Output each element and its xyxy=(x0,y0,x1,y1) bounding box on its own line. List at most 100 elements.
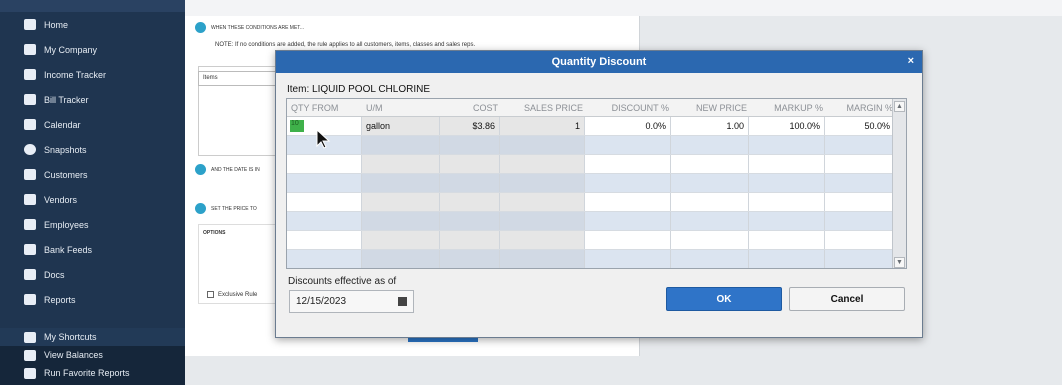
margin-cell[interactable]: 50.0% xyxy=(825,117,895,135)
grid-cell[interactable] xyxy=(500,136,585,154)
grid-cell[interactable] xyxy=(362,250,440,268)
scroll-up-icon[interactable]: ▲ xyxy=(894,101,905,112)
um-cell[interactable]: gallon xyxy=(362,117,440,135)
sidebar-item-bill-tracker[interactable]: Bill Tracker xyxy=(0,87,185,112)
sidebar-item-home[interactable]: Home xyxy=(0,12,185,37)
grid-cell[interactable] xyxy=(500,155,585,173)
grid-cell[interactable] xyxy=(500,250,585,268)
new-price-cell[interactable]: 1.00 xyxy=(671,117,749,135)
exclusive-rule[interactable]: Exclusive Rule xyxy=(207,291,257,298)
exclusive-rule-checkbox[interactable] xyxy=(207,291,214,298)
close-icon[interactable]: × xyxy=(908,55,914,67)
grid-cell[interactable] xyxy=(287,174,362,192)
sidebar-item-customers[interactable]: Customers xyxy=(0,162,185,187)
grid-cell[interactable] xyxy=(585,136,671,154)
sidebar-item-label: Reports xyxy=(44,294,76,305)
quantity-discount-dialog: Quantity Discount × Item: LIQUID POOL CH… xyxy=(275,50,923,338)
grid-cell[interactable] xyxy=(362,193,440,211)
sidebar-item-view-balances[interactable]: View Balances xyxy=(0,346,185,364)
grid-cell[interactable] xyxy=(671,250,749,268)
grid-cell[interactable] xyxy=(440,136,500,154)
sidebar-item-calendar[interactable]: Calendar xyxy=(0,112,185,137)
discount-cell[interactable]: 0.0% xyxy=(585,117,671,135)
sidebar-item-docs[interactable]: Docs xyxy=(0,262,185,287)
table-row[interactable] xyxy=(287,174,906,193)
grid-cell[interactable] xyxy=(749,174,825,192)
grid-cell[interactable] xyxy=(500,193,585,211)
grid-cell[interactable] xyxy=(585,193,671,211)
grid-cell[interactable] xyxy=(500,212,585,230)
grid-cell[interactable] xyxy=(671,193,749,211)
sidebar-item-my-company[interactable]: My Company xyxy=(0,37,185,62)
grid-cell[interactable] xyxy=(749,193,825,211)
grid-cell[interactable] xyxy=(825,231,895,249)
grid-cell[interactable] xyxy=(440,250,500,268)
grid-cell[interactable] xyxy=(825,212,895,230)
grid-cell[interactable] xyxy=(585,250,671,268)
grid-cell[interactable] xyxy=(287,231,362,249)
sidebar-item-income-tracker[interactable]: Income Tracker xyxy=(0,62,185,87)
grid-cell[interactable] xyxy=(500,231,585,249)
grid-cell[interactable] xyxy=(749,136,825,154)
sidebar-item-snapshots[interactable]: Snapshots xyxy=(0,137,185,162)
grid-cell[interactable] xyxy=(500,174,585,192)
cancel-button[interactable]: Cancel xyxy=(789,287,905,311)
grid-cell[interactable] xyxy=(749,212,825,230)
table-row[interactable] xyxy=(287,231,906,250)
qty-from-value[interactable]: 10 xyxy=(290,120,304,132)
grid-cell[interactable] xyxy=(585,155,671,173)
grid-cell[interactable] xyxy=(671,136,749,154)
grid-cell[interactable] xyxy=(825,174,895,192)
grid-cell[interactable] xyxy=(585,231,671,249)
grid-cell[interactable] xyxy=(825,136,895,154)
grid-cell[interactable] xyxy=(440,231,500,249)
grid-cell[interactable] xyxy=(671,212,749,230)
grid-cell[interactable] xyxy=(825,250,895,268)
col-new-price: NEW PRICE xyxy=(695,103,747,113)
grid-cell[interactable] xyxy=(287,193,362,211)
grid-scrollbar[interactable]: ▲ ▼ xyxy=(892,99,906,268)
grid-cell[interactable] xyxy=(749,155,825,173)
grid-cell[interactable] xyxy=(671,155,749,173)
grid-cell[interactable] xyxy=(749,250,825,268)
ok-button[interactable]: OK xyxy=(666,287,782,311)
grid-cell[interactable] xyxy=(287,155,362,173)
grid-cell[interactable] xyxy=(585,212,671,230)
sidebar-list: Home My Company Income Tracker Bill Tracker… xyxy=(0,12,185,312)
table-row[interactable] xyxy=(287,212,906,231)
sidebar-item-employees[interactable]: Employees xyxy=(0,212,185,237)
table-row[interactable] xyxy=(287,250,906,268)
sidebar-item-my-shortcuts[interactable]: My Shortcuts xyxy=(0,328,185,346)
sidebar-item-vendors[interactable]: Vendors xyxy=(0,187,185,212)
effective-date-field[interactable]: 12/15/2023 xyxy=(289,290,414,313)
grid-cell[interactable] xyxy=(362,212,440,230)
grid-cell[interactable] xyxy=(362,174,440,192)
table-row[interactable]: 10 gallon $3.86 1 0.0% 1.00 100.0% 50.0% xyxy=(287,117,906,136)
grid-cell[interactable] xyxy=(749,231,825,249)
sidebar-item-reports[interactable]: Reports xyxy=(0,287,185,312)
grid-cell[interactable] xyxy=(440,155,500,173)
table-row[interactable] xyxy=(287,155,906,174)
grid-cell[interactable] xyxy=(440,174,500,192)
sidebar-item-run-favorite-reports[interactable]: Run Favorite Reports xyxy=(0,364,185,382)
scroll-down-icon[interactable]: ▼ xyxy=(894,257,905,268)
grid-cell[interactable] xyxy=(671,174,749,192)
sidebar-item-bank-feeds[interactable]: Bank Feeds xyxy=(0,237,185,262)
calendar-icon[interactable] xyxy=(398,297,407,306)
grid-cell[interactable] xyxy=(440,212,500,230)
grid-cell[interactable] xyxy=(362,136,440,154)
grid-cell[interactable] xyxy=(585,174,671,192)
markup-cell[interactable]: 100.0% xyxy=(749,117,825,135)
grid-cell[interactable] xyxy=(362,155,440,173)
table-row[interactable] xyxy=(287,193,906,212)
grid-cell[interactable] xyxy=(825,193,895,211)
grid-cell[interactable] xyxy=(287,212,362,230)
grid-cell[interactable] xyxy=(825,155,895,173)
col-markup: MARKUP % xyxy=(774,103,823,113)
table-row[interactable] xyxy=(287,136,906,155)
mouse-cursor-icon xyxy=(316,129,331,149)
grid-cell[interactable] xyxy=(362,231,440,249)
grid-cell[interactable] xyxy=(440,193,500,211)
grid-cell[interactable] xyxy=(287,250,362,268)
grid-cell[interactable] xyxy=(671,231,749,249)
